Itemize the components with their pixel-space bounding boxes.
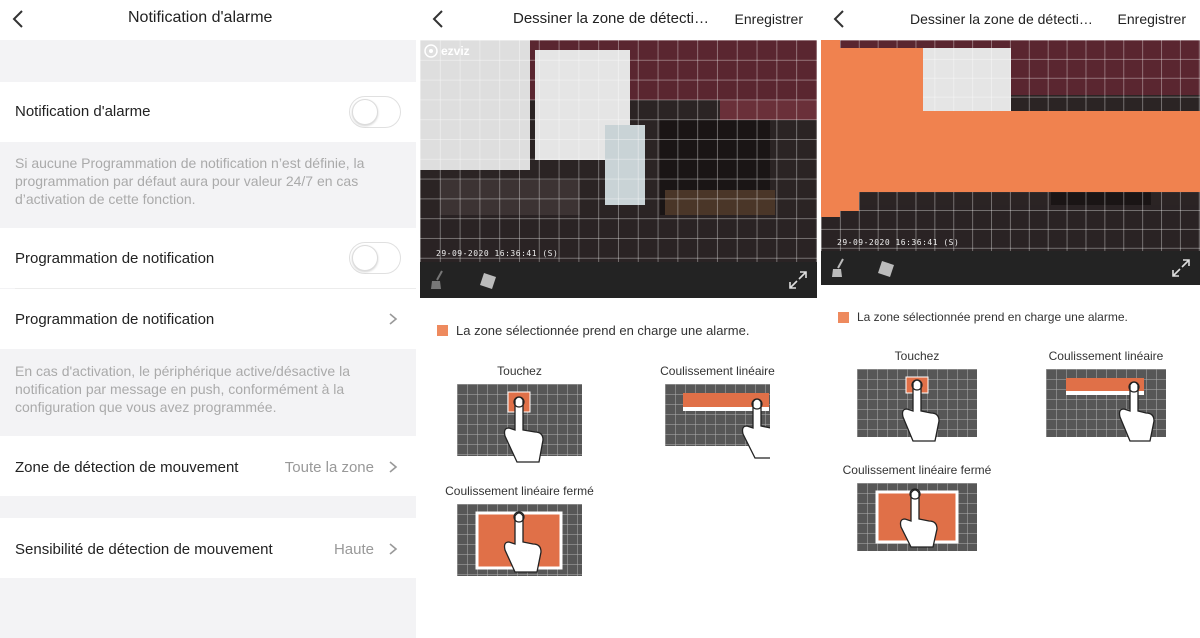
page-title: Dessiner la zone de détecti… [513, 10, 709, 27]
demo-closed-caption: Coulissement linéaire fermé [445, 484, 594, 498]
header: Dessiner la zone de détecti… Enregistrer [821, 0, 1200, 40]
selected-zone[interactable] [821, 40, 1200, 251]
schedule-link-row[interactable]: Programmation de notification [0, 289, 416, 349]
alarm-notification-row[interactable]: Notification d'alarme [0, 82, 416, 142]
chevron-left-icon [12, 10, 23, 28]
back-button[interactable] [426, 6, 452, 32]
camera-preview[interactable]: ezviz 29-09-2020 16:36:41 (S) [420, 40, 817, 262]
demo-linear-caption: Coulissement linéaire [660, 364, 775, 378]
motion-zone-label: Zone de détection de mouvement [15, 459, 239, 476]
demo-closed: Coulissement linéaire fermé [842, 463, 992, 551]
camera-preview[interactable]: 29-09-2020 16:36:41 (S) [821, 40, 1200, 251]
broom-icon[interactable] [428, 269, 450, 291]
page-title: Dessiner la zone de détecti… [910, 11, 1093, 27]
tap-hand-icon [503, 391, 544, 463]
alarm-notification-note: Si aucune Programmation de notification … [15, 155, 365, 207]
legend-text: La zone sélectionnée prend en charge une… [857, 310, 1128, 324]
swipe-hand-icon [683, 393, 770, 459]
chevron-left-icon [833, 10, 844, 28]
demo-tap: Touchez [857, 349, 977, 442]
alarm-notification-label: Notification d'alarme [15, 103, 151, 120]
schedule-toggle-label: Programmation de notification [15, 250, 215, 267]
alarm-notification-screen: Notification d'alarme Notification d'ala… [0, 0, 416, 638]
draw-zone-screen-selected: Dessiner la zone de détecti… Enregistrer… [821, 0, 1200, 638]
legend-swatch [838, 311, 849, 323]
ezviz-logo: ezviz [424, 44, 470, 58]
closed-swipe-hand-icon [875, 488, 959, 548]
zone-legend: La zone sélectionnée prend en charge une… [437, 323, 749, 338]
demo-closed-grid [857, 483, 977, 551]
demo-closed: Coulissement linéaire fermé [442, 484, 597, 576]
demo-linear: Coulissement linéaire [1046, 349, 1166, 442]
demo-linear-grid [1046, 369, 1166, 442]
demo-closed-caption: Coulissement linéaire fermé [842, 463, 992, 477]
toggle-knob [352, 98, 378, 125]
demo-linear-grid [665, 384, 770, 459]
ezviz-logo-icon [424, 44, 438, 58]
chevron-left-icon [432, 10, 443, 28]
tap-hand-icon [901, 376, 940, 442]
motion-sensitivity-value: Haute [333, 541, 374, 558]
save-button[interactable]: Enregistrer [735, 11, 803, 27]
schedule-toggle-row[interactable]: Programmation de notification [0, 228, 416, 288]
eraser-icon[interactable] [876, 257, 898, 279]
broom-icon[interactable] [829, 257, 851, 279]
save-button[interactable]: Enregistrer [1118, 11, 1186, 27]
closed-swipe-hand-icon [475, 511, 563, 573]
demo-tap: Touchez [457, 364, 582, 463]
back-button[interactable] [6, 6, 32, 32]
legend-text: La zone sélectionnée prend en charge une… [456, 323, 750, 338]
schedule-link-label: Programmation de notification [15, 311, 215, 328]
motion-zone-value: Toute la zone [284, 459, 374, 476]
expand-icon[interactable] [1170, 257, 1192, 279]
demo-tap-grid [857, 369, 977, 442]
logo-text: ezviz [441, 44, 470, 58]
demo-tap-caption: Touchez [497, 364, 542, 378]
header: Dessiner la zone de détecti… Enregistrer [420, 0, 817, 40]
eraser-icon[interactable] [478, 269, 500, 291]
toggle-knob [352, 244, 378, 271]
drawing-toolbar [420, 262, 817, 298]
demo-tap-caption: Touchez [894, 349, 940, 363]
detection-grid[interactable] [420, 40, 817, 262]
drawing-toolbar [821, 251, 1200, 285]
alarm-notification-toggle[interactable] [349, 96, 401, 128]
demo-linear: Coulissement linéaire [655, 364, 780, 459]
chevron-right-icon [386, 312, 400, 326]
header: Notification d'alarme [0, 0, 416, 40]
zone-legend: La zone sélectionnée prend en charge une… [838, 310, 1128, 324]
screens-container: Notification d'alarme Notification d'ala… [0, 0, 1200, 638]
swipe-hand-icon [1066, 378, 1155, 442]
demo-linear-caption: Coulissement linéaire [1048, 349, 1164, 363]
timestamp: 29-09-2020 16:36:41 (S) [436, 249, 559, 258]
demo-closed-grid [457, 504, 582, 576]
timestamp: 29-09-2020 16:36:41 (S) [837, 238, 960, 247]
motion-zone-row[interactable]: Zone de détection de mouvement Toute la … [0, 436, 416, 496]
draw-zone-screen-empty: Dessiner la zone de détecti… Enregistrer… [420, 0, 817, 638]
motion-sensitivity-label: Sensibilité de détection de mouvement [15, 541, 273, 558]
chevron-right-icon [386, 460, 400, 474]
page-title: Notification d'alarme [128, 9, 273, 26]
expand-icon[interactable] [787, 269, 809, 291]
chevron-right-icon [386, 542, 400, 556]
back-button[interactable] [827, 6, 853, 32]
schedule-notification-toggle[interactable] [349, 242, 401, 274]
motion-sensitivity-row[interactable]: Sensibilité de détection de mouvement Ha… [0, 518, 416, 578]
legend-swatch [437, 325, 448, 336]
schedule-note: En cas d'activation, le périphérique act… [15, 363, 350, 415]
demo-tap-grid [457, 384, 582, 463]
